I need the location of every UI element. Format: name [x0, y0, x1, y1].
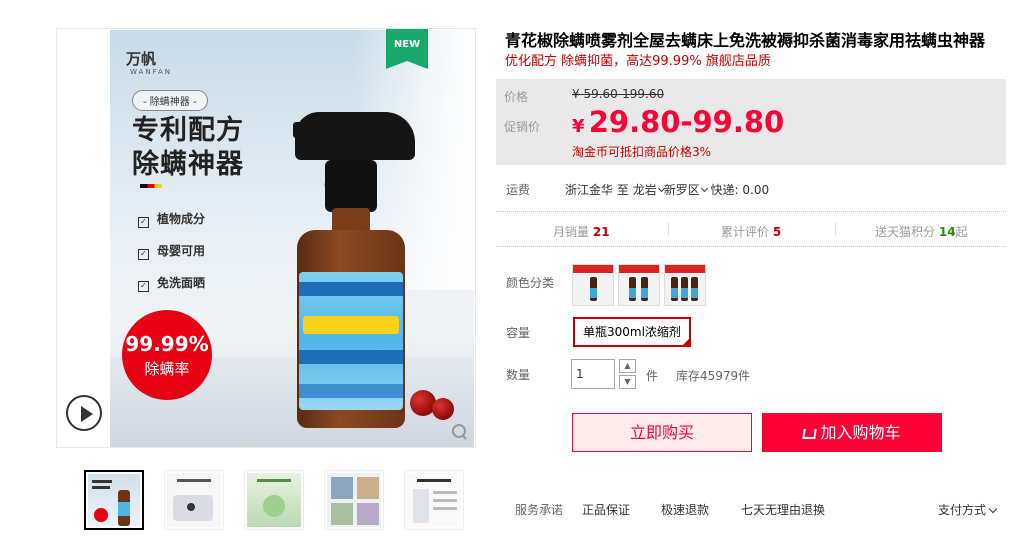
price-label: 价格 — [504, 90, 529, 104]
capacity-option-selected[interactable]: 单瓶300ml浓缩剂 — [573, 317, 691, 347]
color-label: 颜色分类 — [506, 276, 555, 290]
divider — [496, 211, 1006, 212]
brand-logo-en: WANFAN — [130, 68, 172, 76]
divider — [496, 246, 1006, 247]
color-option[interactable] — [572, 264, 614, 306]
quantity-label: 数量 — [506, 368, 531, 382]
percentage-badge: 99.99% 除螨率 — [122, 310, 212, 400]
tmall-points: 送天猫积分 14起 — [875, 225, 968, 239]
promo-price-label: 促销价 — [504, 120, 541, 134]
original-price: ¥ 59.60-199.60 — [572, 87, 665, 101]
chevron-down-icon — [700, 184, 708, 193]
bottle-label — [299, 272, 403, 410]
thumbnail[interactable] — [84, 470, 144, 530]
review-count[interactable]: 累计评价 5 — [721, 223, 781, 240]
product-title: 青花椒除螨喷雾剂全屋去螨床上免洗被褥抑杀菌消毒家用祛螨虫神器 — [505, 31, 986, 50]
feature-item: ✓ 免洗面晒 — [138, 274, 205, 292]
payment-methods-toggle[interactable]: 支付方式 — [938, 501, 998, 518]
flag-stripe — [140, 184, 162, 188]
add-to-cart-button[interactable]: 加入购物车 — [762, 413, 942, 452]
service-item[interactable]: 正品保证 — [582, 501, 630, 518]
stock-count: 库存45979件 — [676, 369, 751, 383]
cart-icon — [802, 429, 818, 439]
play-icon[interactable] — [66, 395, 102, 431]
buy-now-button[interactable]: 立即购买 — [572, 413, 752, 452]
decrease-button[interactable]: ▼ — [619, 375, 636, 389]
quantity-input[interactable]: 1 — [571, 359, 615, 389]
district-select[interactable]: 新罗区 — [664, 183, 708, 197]
shipping-info: 浙江金华 至 龙岩 新罗区 快递: 0.00 — [565, 183, 770, 197]
brand-logo: 万帆 — [126, 50, 157, 68]
shipping-label: 运费 — [506, 183, 531, 197]
thumbnail[interactable] — [244, 470, 304, 530]
thumbnail[interactable] — [324, 470, 384, 530]
product-subtitle: 优化配方 除螨抑菌，高达99.99% 旗舰店品质 — [505, 54, 771, 69]
product-photo: 万帆 WANFAN - 除螨神器 - 专利配方 除螨神器 ✓ 植物成分 ✓ 母婴可用… — [110, 30, 474, 447]
city-select[interactable]: 龙岩 — [633, 183, 665, 197]
photo-pill: - 除螨神器 - — [132, 90, 208, 111]
thumbnail[interactable] — [404, 470, 464, 530]
service-label: 服务承诺 — [515, 503, 564, 517]
promo-price: ¥ 29.80-99.80 — [572, 105, 785, 139]
zoom-icon[interactable] — [451, 423, 469, 441]
capacity-label: 容量 — [506, 326, 531, 340]
main-product-image[interactable]: 万帆 WANFAN - 除螨神器 - 专利配方 除螨神器 ✓ 植物成分 ✓ 母婴可用… — [56, 28, 476, 448]
feature-item: ✓ 植物成分 — [138, 210, 205, 228]
thumbnail[interactable] — [164, 470, 224, 530]
color-option[interactable] — [618, 264, 660, 306]
increase-button[interactable]: ▲ — [619, 359, 636, 373]
price-panel: 价格 ¥ 59.60-199.60 促销价 ¥ 29.80-99.80 淘金币可… — [496, 79, 1006, 165]
service-item[interactable]: 极速退款 — [661, 501, 709, 518]
feature-item: ✓ 母婴可用 — [138, 242, 205, 260]
selected-check-icon — [680, 337, 691, 347]
chevron-down-icon — [988, 504, 998, 514]
quantity-unit: 件 — [646, 369, 659, 383]
monthly-sales: 月销量 21 — [553, 225, 610, 239]
coin-discount-note: 淘金币可抵扣商品价格3% — [572, 145, 712, 159]
photo-headline: 专利配方 除螨神器 — [132, 115, 244, 180]
service-item[interactable]: 七天无理由退换 — [741, 501, 825, 518]
color-option[interactable] — [664, 264, 706, 306]
